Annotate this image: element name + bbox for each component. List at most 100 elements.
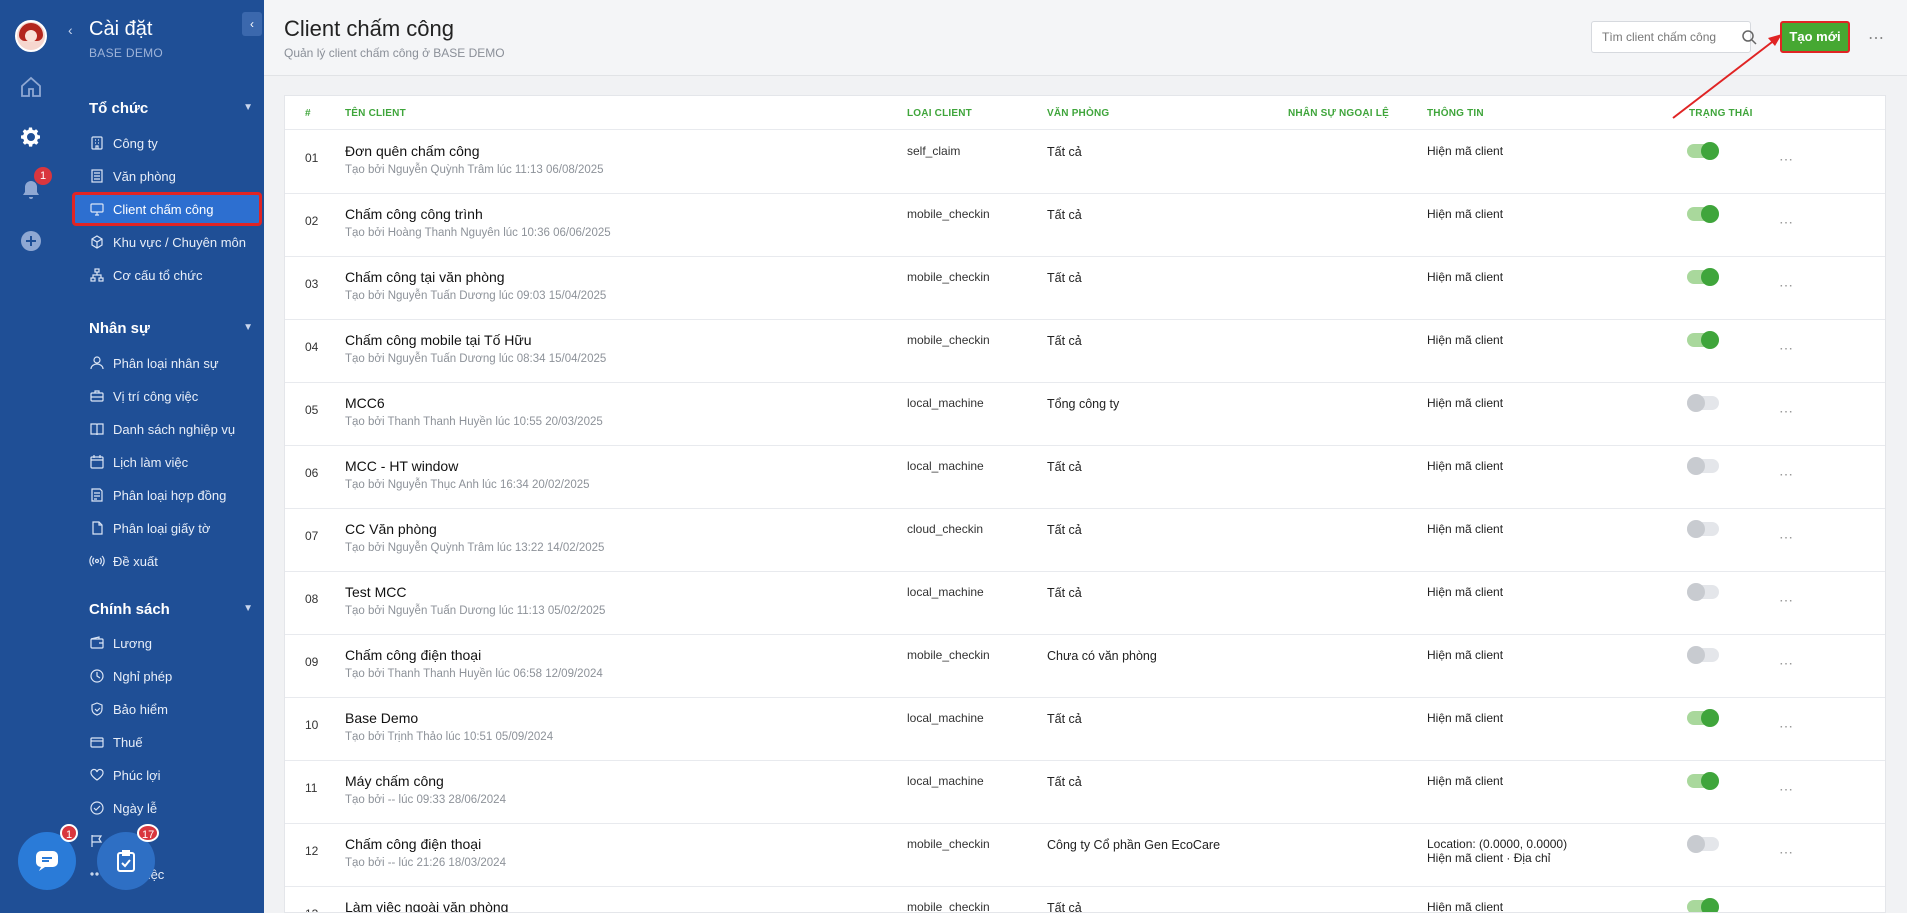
status-toggle[interactable] bbox=[1687, 520, 1719, 538]
row-more-icon[interactable]: ⋯ bbox=[1779, 529, 1794, 546]
client-name[interactable]: Đơn quên chấm công bbox=[345, 143, 479, 159]
table-row[interactable]: 10 Base Demo Tạo bởi Trịnh Thảo lúc 10:5… bbox=[285, 698, 1885, 761]
sidebar-item[interactable]: Thuế bbox=[74, 727, 260, 757]
table-row[interactable]: 07 CC Văn phòng Tạo bởi Nguyễn Quỳnh Trâ… bbox=[285, 509, 1885, 572]
sidebar-item[interactable]: Danh sách nghiệp vụ bbox=[74, 414, 260, 444]
settings-gear-icon[interactable] bbox=[19, 125, 43, 149]
client-name[interactable]: Máy chấm công bbox=[345, 773, 444, 789]
sidebar-item[interactable]: Đề xuất bbox=[74, 546, 260, 576]
sidebar-item[interactable]: Vị trí công việc bbox=[74, 381, 260, 411]
row-more-icon[interactable]: ⋯ bbox=[1779, 214, 1794, 231]
table-row[interactable]: 12 Chấm công điện thoại Tạo bởi -- lúc 2… bbox=[285, 824, 1885, 887]
status-toggle[interactable] bbox=[1687, 331, 1719, 349]
status-toggle[interactable] bbox=[1687, 772, 1719, 790]
sidebar-item[interactable]: Khu vực / Chuyên môn bbox=[74, 227, 260, 257]
chevron-down-icon[interactable]: ▼ bbox=[243, 102, 253, 113]
table-row[interactable]: 11 Máy chấm công Tạo bởi -- lúc 09:33 28… bbox=[285, 761, 1885, 824]
more-options-icon[interactable]: ⋯ bbox=[1868, 28, 1885, 48]
status-toggle[interactable] bbox=[1687, 205, 1719, 223]
client-name[interactable]: Làm việc ngoài văn phòng bbox=[345, 899, 508, 912]
search-input[interactable] bbox=[1591, 21, 1751, 53]
status-toggle[interactable] bbox=[1687, 898, 1719, 912]
row-number: 13 bbox=[305, 907, 318, 912]
sidebar-item[interactable]: Lương bbox=[74, 628, 260, 658]
sidebar-item[interactable]: Nghỉ phép bbox=[74, 661, 260, 691]
row-more-icon[interactable]: ⋯ bbox=[1779, 592, 1794, 609]
row-number: 09 bbox=[305, 655, 319, 669]
table-row[interactable]: 13 Làm việc ngoài văn phòng mobile_check… bbox=[285, 887, 1885, 912]
client-name[interactable]: Chấm công mobile tại Tố Hữu bbox=[345, 332, 532, 348]
sidebar-item[interactable]: Phân loại hợp đồng bbox=[74, 480, 260, 510]
table-row[interactable]: 08 Test MCC Tạo bởi Nguyễn Tuấn Dương lú… bbox=[285, 572, 1885, 635]
home-icon[interactable] bbox=[19, 75, 43, 99]
row-more-icon[interactable]: ⋯ bbox=[1779, 718, 1794, 735]
chat-fab[interactable]: 1 bbox=[18, 824, 78, 890]
sidebar-group-0[interactable]: Tổ chức ▼ bbox=[89, 100, 253, 117]
sidebar-group-title: Chính sách bbox=[89, 601, 170, 618]
client-name[interactable]: Chấm công tại văn phòng bbox=[345, 269, 505, 285]
status-toggle[interactable] bbox=[1687, 142, 1719, 160]
row-more-icon[interactable]: ⋯ bbox=[1779, 844, 1794, 861]
sidebar-group-1[interactable]: Nhân sự ▼ bbox=[89, 320, 253, 337]
user-avatar[interactable] bbox=[15, 20, 47, 52]
client-name[interactable]: Test MCC bbox=[345, 584, 406, 600]
sidebar-subtitle: BASE DEMO bbox=[89, 46, 164, 60]
sidebar-item-label: Đề xuất bbox=[113, 553, 158, 569]
monitor-icon bbox=[90, 203, 104, 216]
table-row[interactable]: 09 Chấm công điện thoại Tạo bởi Thanh Th… bbox=[285, 635, 1885, 698]
row-more-icon[interactable]: ⋯ bbox=[1779, 340, 1794, 357]
status-toggle[interactable] bbox=[1687, 583, 1719, 601]
status-toggle[interactable] bbox=[1687, 835, 1719, 853]
sidebar-item[interactable]: Phúc lợi bbox=[74, 760, 260, 790]
back-chevron-icon[interactable]: ‹ bbox=[68, 22, 73, 38]
create-new-button[interactable]: Tạo mới bbox=[1780, 21, 1850, 53]
client-name[interactable]: MCC6 bbox=[345, 395, 385, 411]
sidebar-item[interactable]: Bảo hiểm bbox=[74, 694, 260, 724]
sidebar-item[interactable]: Lịch làm việc bbox=[74, 447, 260, 477]
sidebar-item[interactable]: Phân loại giấy tờ bbox=[74, 513, 260, 543]
col-type: Loại client bbox=[907, 108, 972, 119]
add-circle-icon[interactable] bbox=[19, 229, 43, 253]
sidebar-item[interactable]: Cơ cấu tổ chức bbox=[74, 260, 260, 290]
info: Hiện mã client bbox=[1427, 900, 1503, 912]
client-name[interactable]: CC Văn phòng bbox=[345, 521, 437, 537]
table-row[interactable]: 05 MCC6 Tạo bởi Thanh Thanh Huyền lúc 10… bbox=[285, 383, 1885, 446]
row-more-icon[interactable]: ⋯ bbox=[1779, 277, 1794, 294]
chevron-down-icon[interactable]: ▼ bbox=[243, 603, 253, 614]
heart-hand-icon bbox=[90, 768, 104, 781]
row-more-icon[interactable]: ⋯ bbox=[1779, 466, 1794, 483]
client-name[interactable]: Chấm công điện thoại bbox=[345, 647, 481, 663]
created-by: Tạo bởi Nguyễn Tuấn Dương lúc 09:03 15/0… bbox=[345, 290, 607, 302]
search-icon[interactable] bbox=[1741, 29, 1757, 45]
client-name[interactable]: MCC - HT window bbox=[345, 458, 458, 474]
status-toggle[interactable] bbox=[1687, 394, 1719, 412]
table-row[interactable]: 04 Chấm công mobile tại Tố Hữu Tạo bởi N… bbox=[285, 320, 1885, 383]
client-name[interactable]: Chấm công công trình bbox=[345, 206, 483, 222]
status-toggle[interactable] bbox=[1687, 709, 1719, 727]
tasks-fab[interactable]: 17 bbox=[97, 824, 160, 890]
client-name[interactable]: Chấm công điện thoại bbox=[345, 836, 481, 852]
chevron-down-icon[interactable]: ▼ bbox=[243, 322, 253, 333]
status-toggle[interactable] bbox=[1687, 268, 1719, 286]
table-row[interactable]: 03 Chấm công tại văn phòng Tạo bởi Nguyễ… bbox=[285, 257, 1885, 320]
row-more-icon[interactable]: ⋯ bbox=[1779, 151, 1794, 168]
info-line: Hiện mã client bbox=[1427, 711, 1504, 725]
sidebar-group-2[interactable]: Chính sách ▼ bbox=[89, 601, 253, 618]
sidebar-item[interactable]: Công ty bbox=[74, 128, 260, 158]
row-more-icon[interactable]: ⋯ bbox=[1779, 655, 1794, 672]
table-row[interactable]: 02 Chấm công công trình Tạo bởi Hoàng Th… bbox=[285, 194, 1885, 257]
row-more-icon[interactable]: ⋯ bbox=[1779, 403, 1794, 420]
sidebar-item[interactable]: Ngày lễ bbox=[74, 793, 260, 823]
col-status: Trạng thái bbox=[1689, 108, 1753, 119]
sidebar-item[interactable]: Phân loại nhân sự bbox=[74, 348, 260, 378]
collapse-sidebar-button[interactable]: ‹ bbox=[242, 12, 262, 36]
sidebar-item[interactable]: Client chấm công bbox=[72, 192, 262, 226]
table-row[interactable]: 01 Đơn quên chấm công Tạo bởi Nguyễn Quỳ… bbox=[285, 131, 1885, 194]
status-toggle[interactable] bbox=[1687, 457, 1719, 475]
table-row[interactable]: 06 MCC - HT window Tạo bởi Nguyễn Thục A… bbox=[285, 446, 1885, 509]
client-name[interactable]: Base Demo bbox=[345, 710, 418, 726]
row-more-icon[interactable]: ⋯ bbox=[1779, 907, 1794, 912]
sidebar-item[interactable]: Văn phòng bbox=[74, 161, 260, 191]
row-more-icon[interactable]: ⋯ bbox=[1779, 781, 1794, 798]
status-toggle[interactable] bbox=[1687, 646, 1719, 664]
